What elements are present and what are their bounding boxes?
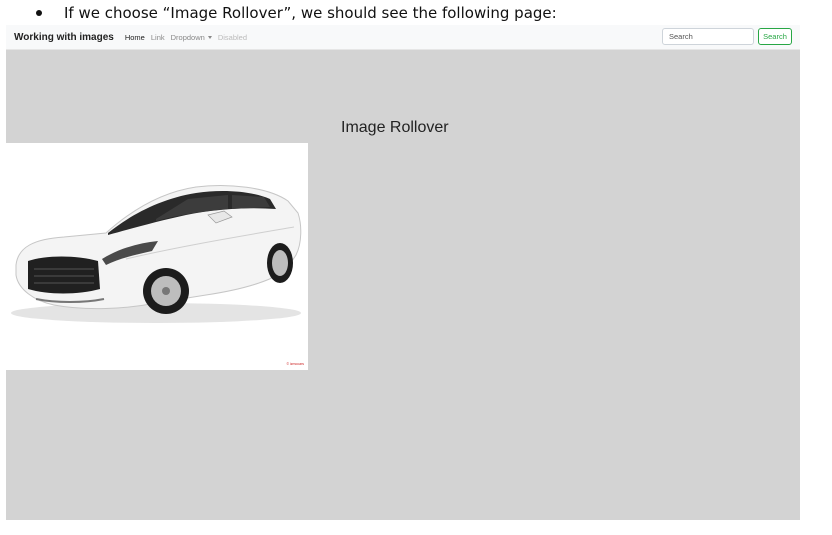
nav-dropdown-label: Dropdown bbox=[170, 32, 205, 42]
nav-dropdown-toggle[interactable]: Dropdown bbox=[171, 33, 212, 42]
page-title: Image Rollover bbox=[341, 119, 449, 136]
car-illustration bbox=[11, 185, 302, 323]
navbar-brand[interactable]: Working with images bbox=[14, 32, 114, 43]
search-input[interactable] bbox=[662, 28, 754, 45]
nav-link-link[interactable]: Link bbox=[151, 33, 165, 42]
nav-link-home[interactable]: Home bbox=[125, 33, 145, 42]
car-image[interactable]: © izmocars bbox=[6, 143, 308, 370]
document-bullet-text: If we choose “Image Rollover”, we should… bbox=[64, 4, 557, 22]
caret-down-icon bbox=[207, 36, 212, 40]
image-watermark: © izmocars bbox=[286, 362, 304, 366]
bullet-dot-icon bbox=[36, 10, 42, 16]
document-bullet: If we choose “Image Rollover”, we should… bbox=[36, 3, 557, 23]
browser-viewport: Working with images Home Link Dropdown D… bbox=[6, 25, 800, 520]
nav-link-disabled: Disabled bbox=[217, 32, 247, 42]
search-button[interactable]: Search bbox=[758, 28, 792, 45]
navbar: Working with images Home Link Dropdown D… bbox=[6, 25, 800, 50]
